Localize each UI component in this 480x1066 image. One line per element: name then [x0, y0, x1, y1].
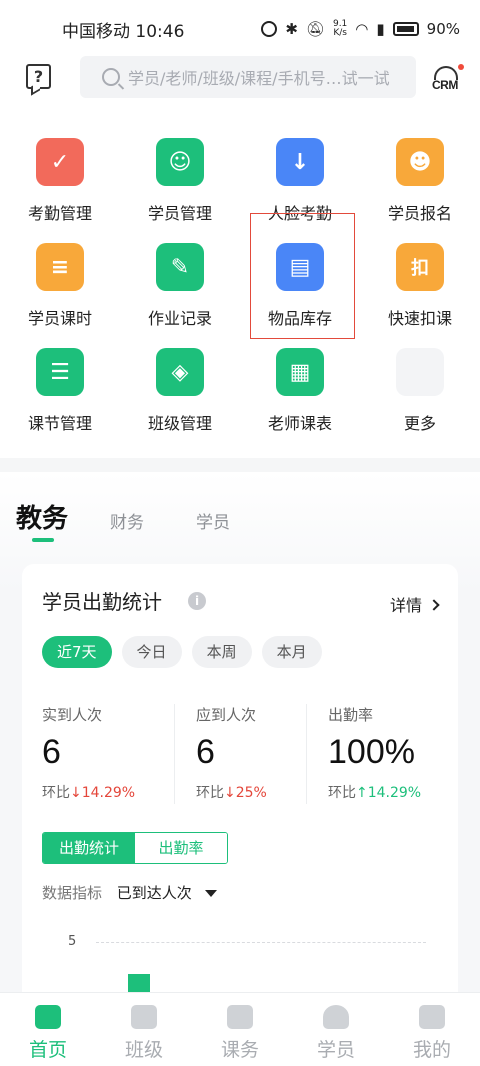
status-bar: 中国移动 10:46 ✱ 🔕︎ 9.1 K/s ◠ ▮ 90% — [0, 0, 480, 58]
clipboard-list-icon: ☰ — [36, 348, 84, 396]
nav-mine[interactable]: 我的 — [384, 993, 480, 1066]
edit-note-icon: ✎ — [156, 243, 204, 291]
header: ? 学员/老师/班级/课程/手机号…试一试 CRM — [0, 56, 480, 100]
pill-this-week[interactable]: 本周 — [191, 636, 252, 668]
crm-label: CRM — [432, 78, 458, 92]
more-grid-icon — [396, 348, 444, 396]
divider — [174, 704, 175, 804]
deduct-icon: 扣 — [396, 243, 444, 291]
student-icon: ☺ — [156, 138, 204, 186]
wifi-icon: ◠ — [355, 20, 369, 38]
bluetooth-icon: ✱ — [285, 20, 298, 38]
search-icon — [102, 68, 120, 86]
mute-icon: 🔕︎ — [305, 20, 325, 38]
profile-house-icon — [419, 1005, 445, 1029]
grid-item-teacher-schedule[interactable]: ▦ 老师课表 — [240, 338, 360, 438]
grid-item-more[interactable]: 更多 — [360, 338, 480, 438]
metric-selector[interactable]: 数据指标 已到达人次 — [42, 882, 217, 903]
cube-icon: ◈ — [156, 348, 204, 396]
grid-item-student-enroll[interactable]: ☻ 学员报名 — [360, 128, 480, 228]
gridline — [96, 942, 426, 943]
section-divider — [0, 458, 480, 472]
divider — [306, 704, 307, 804]
student-icon — [323, 1005, 349, 1029]
pill-today[interactable]: 今日 — [121, 636, 182, 668]
tab-indicator — [32, 538, 54, 542]
alarm-icon — [261, 21, 278, 37]
attendance-card: 学员出勤统计 i 详情 近7天 今日 本周 本月 实到人次 6 环比↓14.29… — [22, 564, 458, 1004]
nav-home[interactable]: 首页 — [0, 993, 96, 1066]
caret-down-icon — [204, 890, 217, 897]
signal-icon: ▮ — [376, 20, 385, 38]
notification-dot — [458, 64, 464, 70]
face-check-icon: ↓ — [276, 138, 324, 186]
grid-item-homework[interactable]: ✎ 作业记录 — [120, 233, 240, 333]
grid-item-attendance[interactable]: ✓ 考勤管理 — [0, 128, 120, 228]
search-input[interactable]: 学员/老师/班级/课程/手机号…试一试 — [80, 56, 416, 98]
pill-last-7-days[interactable]: 近7天 — [42, 636, 112, 668]
nav-class[interactable]: 班级 — [96, 993, 192, 1066]
status-icons: ✱ 🔕︎ 9.1 K/s ◠ ▮ 90% — [261, 20, 460, 38]
grid-item-class-management[interactable]: ◈ 班级管理 — [120, 338, 240, 438]
chart-toggle: 出勤统计 出勤率 — [42, 832, 228, 864]
grid-item-lesson-management[interactable]: ☰ 课节管理 — [0, 338, 120, 438]
tab-student[interactable]: 学员 — [196, 508, 230, 533]
grid-item-student-hours[interactable]: ≡ 学员课时 — [0, 233, 120, 333]
period-filter: 近7天 今日 本周 本月 — [42, 636, 322, 668]
class-cube-icon — [131, 1005, 157, 1029]
function-grid: ✓ 考勤管理 ☺ 学员管理 ↓ 人脸考勤 ☻ 学员报名 ≡ 学员课时 ✎ 作业记… — [0, 128, 480, 458]
section-tabs: 教务 财务 学员 — [0, 496, 480, 546]
grid-item-quick-deduct[interactable]: 扣 快速扣课 — [360, 233, 480, 333]
stat-actual: 实到人次 6 环比↓14.29% — [42, 706, 136, 801]
net-speed: 9.1 K/s — [332, 19, 348, 38]
toggle-attendance-rate[interactable]: 出勤率 — [135, 833, 227, 863]
stat-attendance-rate: 出勤率 100% 环比↑14.29% — [328, 706, 422, 801]
document-icon: ≡ — [36, 243, 84, 291]
tab-academic[interactable]: 教务 — [16, 498, 68, 535]
highlight-frame — [250, 213, 355, 339]
y-tick-label: 5 — [68, 934, 77, 949]
calendar-icon: ▦ — [276, 348, 324, 396]
stats-row: 实到人次 6 环比↓14.29% 应到人次 6 环比↓25% 出勤率 100% … — [22, 704, 458, 814]
student-enroll-icon: ☻ — [396, 138, 444, 186]
home-chart-icon — [35, 1005, 61, 1029]
toggle-attendance-stats[interactable]: 出勤统计 — [43, 833, 135, 863]
battery-icon — [392, 22, 419, 36]
course-book-icon — [227, 1005, 253, 1029]
search-placeholder: 学员/老师/班级/课程/手机号…试一试 — [128, 69, 390, 88]
tab-finance[interactable]: 财务 — [110, 508, 144, 533]
nav-course[interactable]: 课务 — [192, 993, 288, 1066]
clipboard-check-icon: ✓ — [36, 138, 84, 186]
detail-link[interactable]: 详情 — [390, 592, 440, 616]
chevron-right-icon — [428, 599, 440, 611]
grid-item-student-management[interactable]: ☺ 学员管理 — [120, 128, 240, 228]
crm-icon[interactable]: CRM — [430, 64, 464, 96]
bottom-nav: 首页 班级 课务 学员 我的 — [0, 992, 480, 1066]
card-title: 学员出勤统计 — [42, 590, 162, 614]
battery-percent: 90% — [426, 20, 460, 38]
attendance-chart: 5 — [42, 930, 442, 1004]
info-icon[interactable]: i — [188, 592, 206, 610]
carrier-time: 中国移动 10:46 — [62, 21, 185, 42]
pill-this-month[interactable]: 本月 — [261, 636, 322, 668]
nav-student[interactable]: 学员 — [288, 993, 384, 1066]
help-icon[interactable]: ? — [26, 64, 51, 89]
